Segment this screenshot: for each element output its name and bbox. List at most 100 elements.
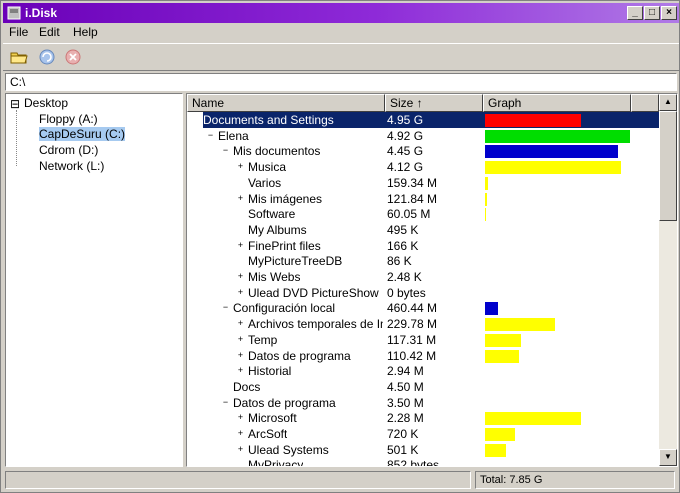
list-row[interactable]: MyPrivacy 852 bytes (187, 457, 659, 467)
row-size: 2.94 M (387, 364, 424, 379)
row-size: 110.42 M (387, 348, 437, 363)
list-row[interactable]: + Datos de programa 110.42 M (187, 348, 659, 364)
list-row[interactable]: Varios 159.34 M (187, 175, 659, 191)
menu-edit[interactable]: Edit (39, 25, 60, 39)
row-size: 495 K (387, 222, 419, 237)
row-name: Mis imágenes (248, 191, 323, 206)
menu-help[interactable]: Help (73, 25, 98, 39)
tree-node-desktop[interactable]: Desktop (24, 96, 68, 110)
list-row[interactable]: Software 60.05 M (187, 206, 659, 222)
row-size: 3.50 M (387, 395, 424, 410)
row-expander[interactable]: + (236, 162, 245, 171)
list-row[interactable]: +Archivos temporales de Internet 229.78 M (187, 316, 659, 332)
tree-node-cdrom[interactable]: Cdrom (D:) (39, 143, 98, 157)
row-size: 86 K (387, 254, 412, 269)
folder-icon[interactable] (9, 47, 29, 67)
close-icon: × (666, 7, 672, 18)
row-expander[interactable]: + (236, 366, 245, 375)
list-row[interactable]: + Mis imágenes 121.84 M (187, 191, 659, 207)
close-button[interactable]: × (661, 6, 677, 20)
menu-file[interactable]: File (9, 25, 28, 39)
row-name: Docs (233, 379, 261, 394)
list-row[interactable]: + Mis Webs 2.48 K (187, 269, 659, 285)
stop-icon[interactable] (63, 47, 83, 67)
row-expander[interactable]: + (236, 193, 245, 203)
row-expander[interactable]: − (221, 146, 230, 155)
row-name: ArcSoft (248, 427, 288, 441)
column-name[interactable]: Name (187, 94, 385, 112)
row-expander[interactable]: + (236, 319, 245, 328)
size-bar (485, 114, 582, 127)
maximize-icon: □ (648, 7, 656, 18)
list-row[interactable]: My Albums 495 K (187, 222, 659, 238)
address-field[interactable]: C:\ (5, 73, 677, 91)
row-expander[interactable]: + (236, 287, 245, 297)
list-row[interactable]: − Elena 4.92 G (187, 128, 659, 144)
row-name: Historial (248, 364, 292, 379)
list-row[interactable]: + Historial 2.94 M (187, 363, 659, 379)
row-size: 166 K (387, 238, 419, 253)
list-row[interactable]: − Documents and Settings 4.95 G (187, 112, 659, 128)
row-expander[interactable]: − (191, 115, 200, 124)
row-name: FinePrint files (248, 238, 321, 253)
column-header: Name Size ↑ Graph (187, 94, 659, 112)
menu-bar: File Edit Help (3, 23, 679, 42)
row-name: Software (248, 207, 296, 222)
list-row[interactable]: + Musica 4.12 G (187, 159, 659, 175)
scroll-up-button[interactable]: ▲ (659, 94, 677, 111)
row-name: Microsoft (248, 411, 297, 426)
drive-tree: ⊟ Desktop Floppy (A:) CapDeSuru (C:) Cdr… (5, 93, 183, 467)
list-row[interactable]: + Ulead DVD PictureShow 0 bytes (187, 285, 659, 301)
refresh-icon[interactable] (37, 47, 57, 67)
tree-node-floppy[interactable]: Floppy (A:) (39, 112, 98, 126)
list-row[interactable]: + Microsoft 2.28 M (187, 410, 659, 426)
scroll-thumb[interactable] (659, 111, 677, 221)
scroll-down-button[interactable]: ▼ (659, 449, 677, 466)
rows-container: − Documents and Settings 4.95 G − Elena 4.92 … (187, 112, 659, 467)
row-expander[interactable]: − (221, 303, 230, 312)
list-row[interactable]: MyPictureTreeDB 86 K (187, 253, 659, 269)
row-size: 2.48 K (387, 270, 422, 284)
status-bar: Total: 7.85 G (3, 469, 679, 491)
row-expander[interactable]: + (236, 240, 245, 250)
list-row[interactable]: − Datos de programa 3.50 M (187, 395, 659, 411)
size-bar (485, 145, 619, 159)
list-row[interactable]: + Ulead Systems 501 K (187, 442, 659, 458)
size-bar (485, 176, 488, 190)
row-name: Mis documentos (233, 144, 321, 159)
row-name: MyPrivacy (248, 458, 304, 467)
row-expander[interactable]: + (236, 444, 245, 454)
list-row[interactable]: + FinePrint files 166 K (187, 238, 659, 254)
minimize-button[interactable]: _ (627, 6, 643, 20)
row-size: 121.84 M (387, 191, 438, 206)
list-row[interactable]: − Mis documentos 4.45 G (187, 143, 659, 159)
tree-guide (16, 110, 17, 166)
list-row[interactable]: Docs 4.50 M (187, 379, 659, 395)
size-bar (485, 129, 631, 143)
tree-node-c-drive[interactable]: CapDeSuru (C:) (39, 127, 126, 141)
row-expander[interactable]: + (236, 272, 245, 281)
list-row[interactable]: − Configuración local 460.44 M (187, 300, 659, 316)
row-name: Musica (248, 160, 287, 175)
row-name: Mis Webs (248, 270, 301, 284)
row-size: 60.05 M (387, 207, 431, 222)
column-size[interactable]: Size ↑ (385, 94, 483, 112)
list-row[interactable]: + ArcSoft 720 K (187, 426, 659, 442)
tree-node-network[interactable]: Network (L:) (39, 159, 104, 173)
vertical-scrollbar[interactable]: ▲ ▼ (659, 94, 677, 466)
row-name: Configuración local (233, 301, 336, 316)
row-expander[interactable]: + (236, 334, 245, 344)
row-name: Varios (248, 175, 282, 190)
row-size: 4.50 M (387, 379, 424, 394)
row-expander[interactable]: + (236, 429, 245, 438)
list-row[interactable]: + Temp 117.31 M (187, 332, 659, 348)
minimize-icon: _ (632, 7, 638, 18)
tree-root-expander[interactable]: ⊟ (10, 97, 20, 111)
column-graph[interactable]: Graph (483, 94, 631, 112)
row-expander[interactable]: − (221, 397, 230, 407)
maximize-button[interactable]: □ (644, 6, 660, 20)
row-expander[interactable]: + (236, 350, 245, 360)
row-expander[interactable]: + (236, 413, 245, 422)
row-expander[interactable]: − (206, 130, 215, 140)
title-bar[interactable]: i.Disk _ □ × (3, 3, 679, 23)
